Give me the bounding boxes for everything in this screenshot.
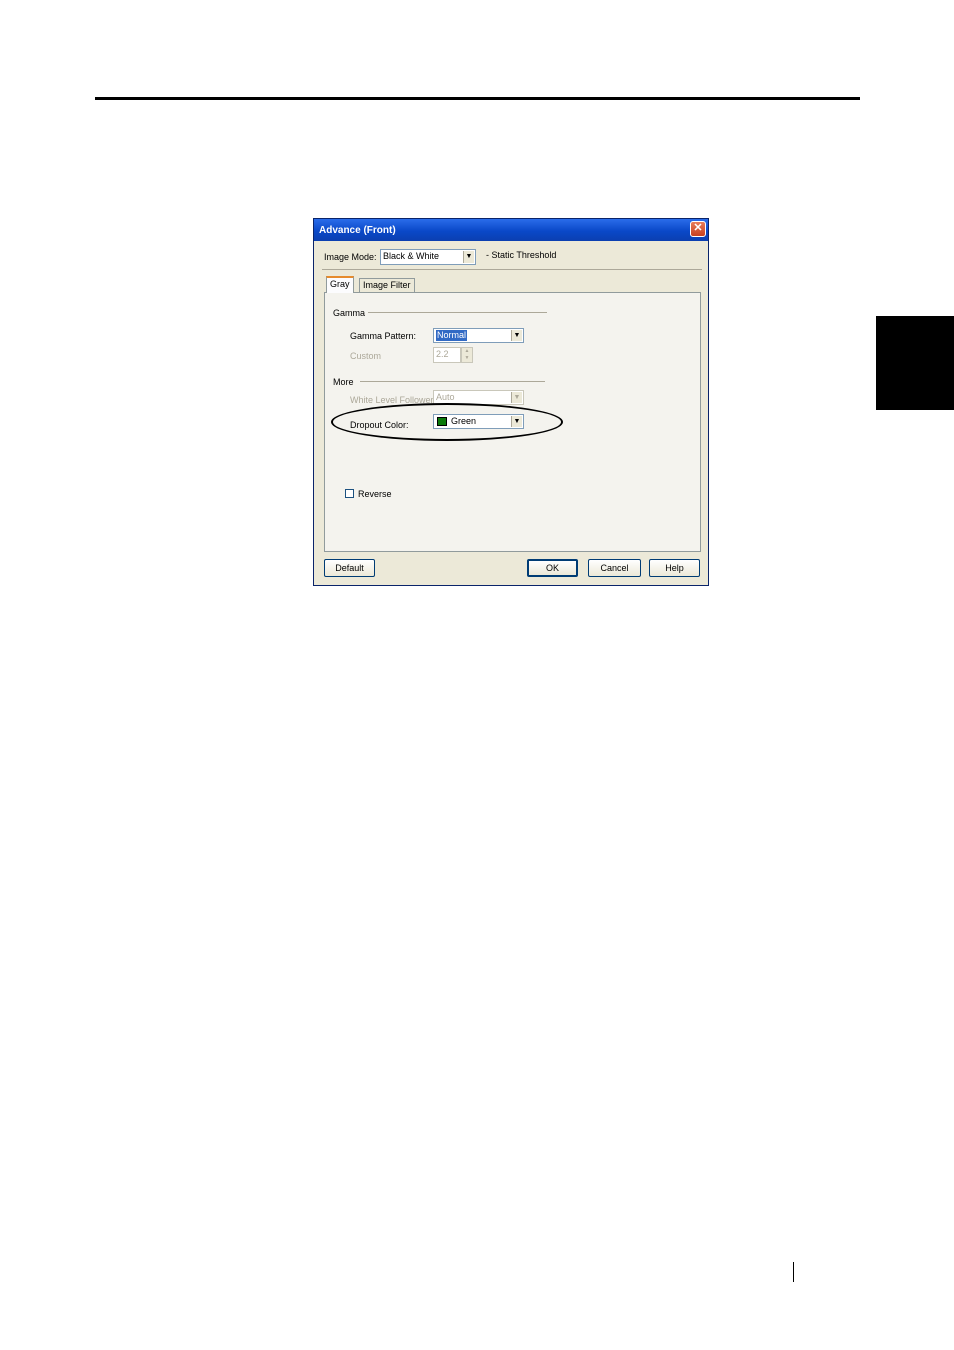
white-level-select[interactable]: Auto ▼ (433, 390, 524, 405)
custom-gamma-input[interactable]: 2.2 (433, 347, 461, 363)
page-number-mark (793, 1262, 794, 1282)
tab-image-filter[interactable]: Image Filter (359, 278, 415, 293)
page-top-rule (95, 97, 860, 100)
tab-image-filter-label: Image Filter (363, 280, 411, 290)
gamma-group-label: Gamma (333, 308, 366, 318)
dropout-color-label: Dropout Color: (350, 420, 409, 430)
chevron-down-icon: ▼ (511, 330, 522, 341)
spin-up-icon: ▲ (464, 348, 470, 354)
more-group-label: More (333, 377, 354, 387)
dropout-color-value: Green (451, 416, 477, 426)
dialog-title: Advance (Front) (319, 224, 396, 236)
gamma-pattern-value: Normal (436, 330, 468, 341)
tab-gray[interactable]: Gray (326, 276, 354, 293)
default-button[interactable]: Default (324, 559, 375, 577)
dialog-titlebar: Advance (Front) ✕ (314, 219, 708, 241)
chevron-down-icon: ▼ (463, 251, 474, 263)
close-icon: ✕ (693, 222, 703, 234)
image-mode-note: - Static Threshold (486, 250, 557, 260)
gamma-pattern-select[interactable]: Normal ▼ (433, 328, 524, 343)
ok-button[interactable]: OK (527, 559, 578, 577)
tab-gray-label: Gray (330, 279, 350, 289)
white-level-value: Auto (436, 392, 455, 402)
reverse-checkbox[interactable] (345, 489, 354, 498)
image-mode-value: Black & White (383, 251, 440, 261)
chapter-side-tab (876, 316, 954, 410)
more-group-line (360, 381, 545, 382)
custom-gamma-spinner[interactable]: ▲ ▼ (461, 347, 473, 363)
advance-dialog: Advance (Front) ✕ Image Mode: Black & Wh… (313, 218, 709, 586)
white-level-label: White Level Follower: (350, 395, 437, 405)
dropout-color-select[interactable]: Green ▼ (433, 414, 524, 429)
cancel-button[interactable]: Cancel (588, 559, 641, 577)
gamma-group-line (368, 312, 547, 313)
help-button[interactable]: Help (649, 559, 700, 577)
gamma-pattern-label: Gamma Pattern: (350, 331, 417, 341)
custom-label: Custom (350, 351, 382, 361)
close-button[interactable]: ✕ (690, 221, 706, 237)
header-separator (322, 269, 702, 270)
image-mode-label: Image Mode: (324, 252, 377, 262)
chevron-down-icon: ▼ (511, 392, 522, 403)
reverse-label: Reverse (358, 489, 392, 499)
green-swatch-icon (437, 417, 447, 426)
image-mode-select[interactable]: Black & White ▼ (380, 249, 476, 265)
spin-down-icon: ▼ (464, 355, 470, 361)
chevron-down-icon: ▼ (511, 416, 522, 427)
custom-gamma-value: 2.2 (436, 349, 449, 359)
